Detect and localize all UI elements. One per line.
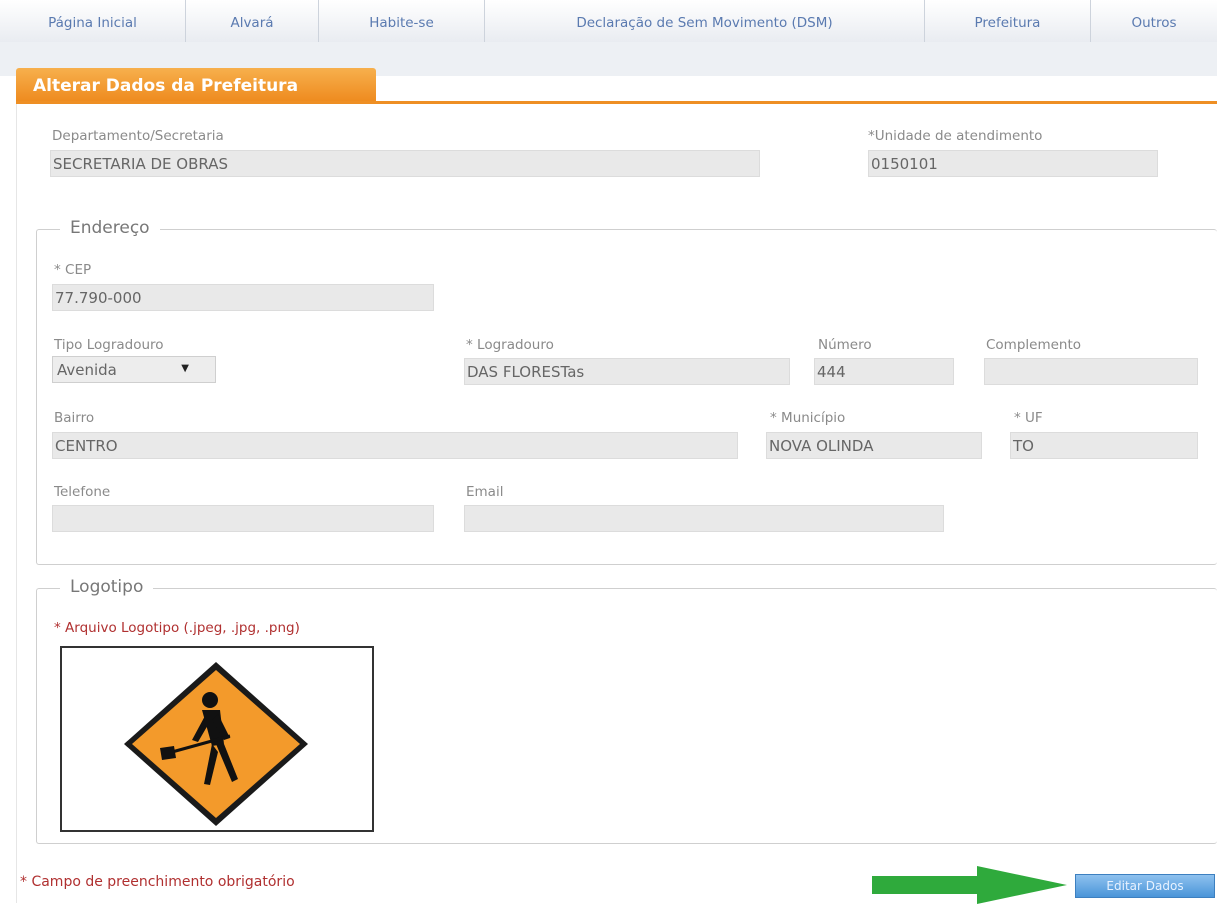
departamento-label: Departamento/Secretaria — [52, 128, 224, 144]
email-label: Email — [466, 484, 504, 500]
unidade-label: *Unidade de atendimento — [868, 128, 1043, 144]
endereco-legend: Endereço — [60, 218, 160, 238]
logotipo-legend: Logotipo — [60, 577, 154, 597]
road-work-sign-icon — [124, 662, 308, 826]
numero-field[interactable]: 444 — [814, 358, 954, 385]
telefone-field[interactable] — [52, 505, 434, 532]
nav-habite-se[interactable]: Habite-se — [319, 0, 485, 42]
cep-field[interactable]: 77.790-000 — [52, 284, 434, 311]
complemento-field[interactable] — [984, 358, 1198, 385]
telefone-label: Telefone — [54, 484, 111, 500]
email-field[interactable] — [464, 505, 944, 532]
bairro-field[interactable]: CENTRO — [52, 432, 738, 459]
top-navigation: Página Inicial Alvará Habite-se Declaraç… — [0, 0, 1217, 43]
bairro-label: Bairro — [54, 410, 95, 426]
dropdown-arrow-icon: ▼ — [181, 363, 189, 374]
panel-title: Alterar Dados da Prefeitura — [16, 68, 376, 102]
nav-outros[interactable]: Outros — [1091, 0, 1217, 42]
panel-divider — [16, 101, 1217, 104]
required-field-note: * Campo de preenchimento obrigatório — [20, 874, 295, 890]
cep-label: * CEP — [54, 262, 92, 278]
nav-pagina-inicial[interactable]: Página Inicial — [0, 0, 186, 42]
green-arrow-icon — [872, 866, 1067, 904]
uf-field[interactable]: TO — [1010, 432, 1198, 459]
logradouro-label: * Logradouro — [466, 337, 554, 353]
nav-prefeitura[interactable]: Prefeitura — [925, 0, 1091, 42]
tipo-logradouro-value: Avenida — [57, 361, 117, 379]
nav-dsm[interactable]: Declaração de Sem Movimento (DSM) — [485, 0, 925, 42]
tipo-logradouro-select[interactable]: Avenida ▼ — [52, 356, 216, 383]
logradouro-field[interactable]: DAS FLORESTas — [464, 358, 790, 385]
logotipo-image[interactable] — [60, 646, 374, 832]
tipo-logradouro-label: Tipo Logradouro — [54, 337, 164, 353]
unidade-field[interactable]: 0150101 — [868, 150, 1158, 177]
panel-left-border — [16, 104, 17, 903]
numero-label: Número — [818, 337, 872, 353]
nav-alvara[interactable]: Alvará — [186, 0, 319, 42]
municipio-field[interactable]: NOVA OLINDA — [766, 432, 982, 459]
arquivo-logotipo-label: * Arquivo Logotipo (.jpeg, .jpg, .png) — [54, 620, 300, 636]
complemento-label: Complemento — [986, 337, 1082, 353]
editar-dados-button[interactable]: Editar Dados — [1075, 874, 1215, 898]
uf-label: * UF — [1014, 410, 1043, 426]
departamento-field[interactable]: SECRETARIA DE OBRAS — [50, 150, 760, 177]
municipio-label: * Município — [770, 410, 846, 426]
